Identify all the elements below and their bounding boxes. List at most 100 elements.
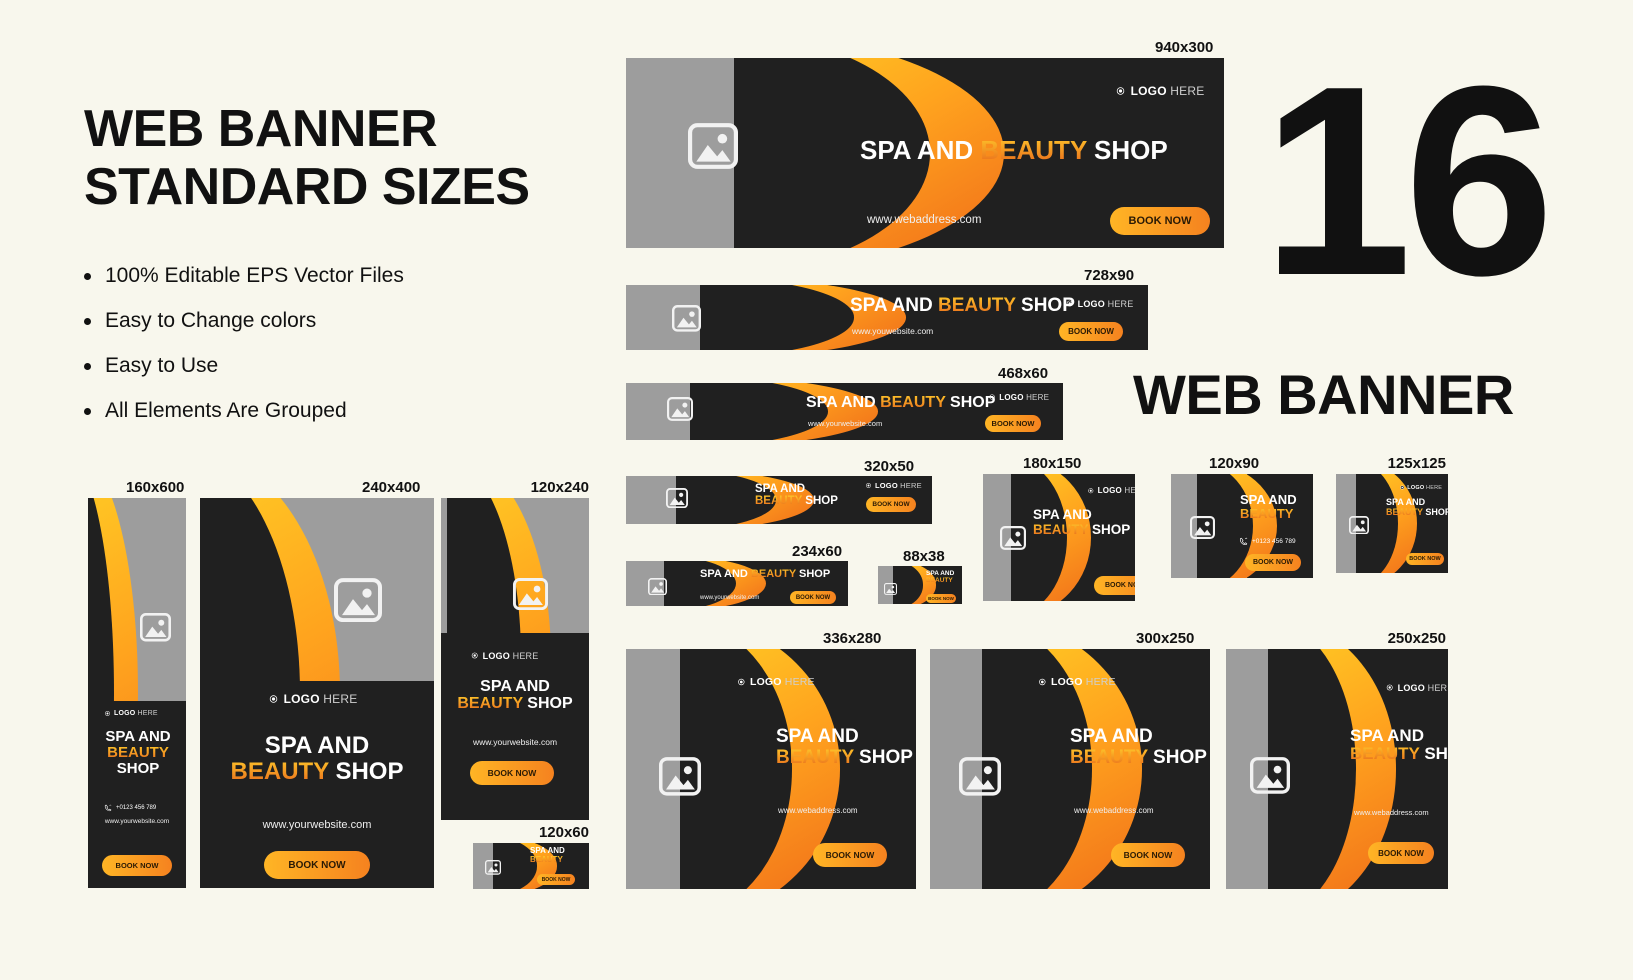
website-url: www.webaddress.com — [1354, 808, 1429, 817]
image-placeholder-icon — [513, 578, 548, 611]
title-line-1: SPA AND — [1033, 507, 1092, 522]
banner-canvas: SPA AND BEAUTY +0123 456 789 BOOK NOW — [1171, 474, 1313, 578]
banner-88x38[interactable]: 88x38 SPA AND BEAUTY BOOK NOW — [878, 548, 962, 604]
banner-240x400[interactable]: 240x400 LOGO HERE SPA AND BEAUTY SHOP www.yo… — [200, 479, 434, 888]
banner-234x60[interactable]: 234x60 SPA AND BEAUTY SHOP www.yourwebsite… — [626, 543, 848, 606]
logo-text: LOGO HERE — [1398, 683, 1448, 693]
size-label-120x90: 120x90 — [1209, 455, 1260, 472]
banner-940x300[interactable]: 940x300 LOGO HERE SPA AND BEAUTY SHOP www.w… — [626, 39, 1224, 248]
book-now-button[interactable]: BOOK NOW — [1406, 553, 1444, 565]
image-placeholder-icon — [140, 613, 171, 642]
banner-title: SPA ANDBEAUTY SHOP — [755, 483, 838, 508]
book-now-button[interactable]: BOOK NOW — [866, 497, 916, 512]
book-now-button[interactable]: BOOK NOW — [1245, 554, 1301, 571]
title-part-a: SPA AND — [850, 295, 938, 316]
banner-180x150[interactable]: 180x150 LOGO HERE SPA ANDBEAUTY SHOP BOOK N… — [983, 455, 1135, 601]
title-line-2: BEAUTY SHOP — [1033, 521, 1131, 537]
title-part-a: SPA AND — [700, 568, 751, 580]
logo-lockup: LOGO HERE — [102, 709, 158, 718]
logo-text-here: HERE — [1082, 676, 1116, 688]
size-label-336x280: 336x280 — [823, 630, 882, 647]
book-now-button[interactable]: BOOK NOW — [1094, 576, 1135, 595]
image-placeholder-icon — [1000, 526, 1026, 550]
banner-count-label: WEB BANNER — [1133, 363, 1514, 426]
phone-number: +0123 456 789 — [1239, 537, 1296, 546]
banner-160x600[interactable]: 160x600 LOGO HERE SPA AND BEAUTY SHOP www.you… — [88, 479, 186, 888]
size-label-120x60: 120x60 — [538, 824, 589, 841]
title-part-c: SHOP — [945, 394, 996, 411]
logo-text-here: HERE — [1427, 682, 1448, 693]
logo-lockup: LOGO HERE — [265, 692, 357, 706]
title-line-1: SPA AND — [1070, 726, 1153, 747]
logo-text: LOGO HERE — [1407, 484, 1443, 491]
title-part-b: BEAUTY — [750, 568, 796, 580]
logo-text-here: HERE — [509, 650, 539, 661]
banner-canvas: LOGO HERE SPA AND BEAUTY SHOP www.yourwebsi… — [441, 498, 589, 820]
banner-title: SPA ANDBEAUTY SHOP — [1350, 726, 1448, 764]
title-line-1: SPA AND — [105, 728, 171, 745]
banner-canvas: SPA AND BEAUTY BOOK NOW — [878, 566, 962, 604]
page-title: WEB BANNER STANDARD SIZES — [84, 100, 530, 217]
banner-title: SPA AND BEAUTY — [926, 570, 954, 584]
book-now-button[interactable]: BOOK NOW — [470, 761, 554, 785]
feature-label: Easy to Change colors — [105, 309, 317, 333]
logo-lockup: LOGO HERE — [468, 650, 538, 661]
size-label-88x38: 88x38 — [903, 548, 945, 565]
book-now-button[interactable]: BOOK NOW — [1110, 207, 1210, 235]
book-now-button[interactable]: BOOK NOW — [1059, 322, 1123, 341]
banner-title: SPA AND BEAUTY SHOP — [98, 728, 178, 778]
banner-250x250[interactable]: 250x250 LOGO HERE SPA ANDBEAUTY SHOP www.we… — [1226, 630, 1448, 889]
banner-320x50[interactable]: 320x50 LOGO HERE SPA AND BEAUTY SHOP BOOK NO… — [626, 458, 932, 524]
title-part-c: SHOP — [795, 568, 831, 580]
book-now-button[interactable]: BOOK NOW — [102, 855, 172, 876]
logo-text: LOGO HERE — [1077, 298, 1134, 309]
banner-title: SPA ANDBEAUTY SHOP — [1033, 507, 1131, 537]
book-now-button[interactable]: BOOK NOW — [264, 851, 370, 879]
intro-block: WEB BANNER STANDARD SIZES 100% Editable … — [84, 100, 604, 444]
banner-title: SPA ANDBEAUTY SHOP — [1386, 497, 1448, 517]
banner-120x60[interactable]: 120x60 SPA AND BEAUTY BOOK NOW — [473, 824, 589, 889]
banner-canvas: LOGO HERE SPA AND BEAUTY SHOP www.webaddre… — [626, 58, 1224, 248]
banner-120x90[interactable]: 120x90 SPA AND BEAUTY +0123 456 789 BOOK NOW — [1171, 455, 1313, 578]
dark-overlay-curve — [893, 566, 923, 604]
title-line-2: BEAUTY SHOP — [1386, 506, 1448, 517]
size-label-180x150: 180x150 — [1023, 455, 1082, 472]
title-part-b: BEAUTY — [880, 394, 946, 411]
logo-lockup: LOGO HERE — [1085, 486, 1135, 496]
book-now-button[interactable]: BOOK NOW — [926, 594, 956, 603]
book-now-button[interactable]: BOOK NOW — [813, 843, 887, 867]
image-placeholder-icon — [884, 583, 897, 595]
list-item: All Elements Are Grouped — [84, 399, 604, 423]
dark-overlay-curve — [690, 383, 828, 440]
banner-125x125[interactable]: 125x125 LOGO HERE SPA AND BEAUTY SHOP BOOK N… — [1336, 455, 1448, 573]
book-now-button[interactable]: BOOK NOW — [790, 591, 836, 604]
image-placeholder-icon — [959, 757, 1001, 796]
book-now-button[interactable]: BOOK NOW — [985, 415, 1041, 432]
logo-text-here: HERE — [1104, 298, 1134, 309]
banner-canvas: SPA AND BEAUTY SHOP www.yourwebsite.com BO… — [626, 561, 848, 606]
book-now-button[interactable]: BOOK NOW — [1111, 843, 1185, 867]
logo-text: LOGO HERE — [1130, 84, 1205, 98]
banner-728x90[interactable]: 728x90 LOGO HERE SPA AND BEAUTY SHOP www.yo… — [626, 267, 1148, 350]
size-label-125x125: 125x125 — [1387, 455, 1446, 472]
banner-title: SPA AND BEAUTY — [530, 846, 565, 864]
logo-lockup: LOGO HERE — [1383, 682, 1448, 693]
banner-120x240[interactable]: 120x240 LOGO HERE SPA AND BEAUTY SHOP www.yo… — [441, 479, 589, 820]
website-url: www.youwebsite.com — [852, 326, 934, 336]
logo-icon — [1112, 84, 1126, 98]
size-label-940x300: 940x300 — [1155, 39, 1214, 56]
logo-icon — [734, 676, 746, 688]
banner-300x250[interactable]: 300x250 LOGO HERE SPA AND BEAUTY SHOP www.we… — [930, 630, 1210, 889]
book-now-button[interactable]: BOOK NOW — [537, 874, 575, 885]
title-line-2: BEAUTY SHOP — [1350, 744, 1448, 764]
logo-icon — [1383, 682, 1394, 693]
title-line-2: BEAUTY — [926, 577, 953, 585]
logo-text: LOGO HERE — [1098, 486, 1135, 495]
logo-text-here: HERE — [1023, 392, 1050, 402]
size-label-320x50: 320x50 — [864, 458, 915, 475]
logo-text-here: HERE — [1166, 84, 1205, 98]
banner-336x280[interactable]: 336x280 LOGO HERE SPA AND BEAUTY SHOP www.we… — [626, 630, 916, 889]
book-now-button[interactable]: BOOK NOW — [1368, 842, 1434, 864]
banner-468x60[interactable]: 468x60 LOGO HERE SPA AND BEAUTY SHOP www.yo… — [626, 365, 1063, 440]
banner-title: SPA ANDBEAUTY SHOP — [1070, 726, 1207, 768]
